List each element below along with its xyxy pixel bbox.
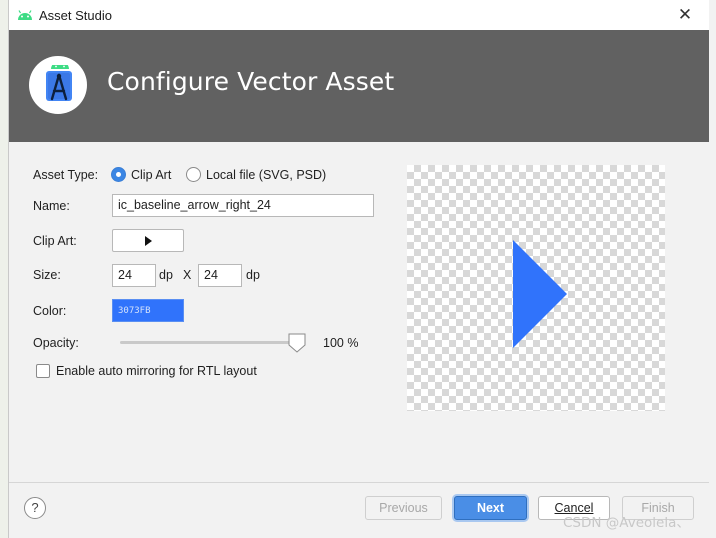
local-file-radio-label[interactable]: Local file (SVG, PSD)	[206, 168, 326, 182]
next-button[interactable]: Next	[454, 496, 527, 520]
color-picker[interactable]: 3073FB	[112, 299, 184, 322]
clip-art-label: Clip Art:	[33, 234, 77, 248]
help-button[interactable]: ?	[24, 497, 46, 519]
asset-studio-dialog: Asset Studio ✕ Configure Vector Asset As…	[8, 0, 716, 538]
clip-art-button[interactable]	[112, 229, 184, 252]
name-field[interactable]: ic_baseline_arrow_right_24	[112, 194, 374, 217]
title-bar: Asset Studio ✕	[9, 0, 709, 30]
clip-art-radio[interactable]	[111, 167, 126, 182]
name-label: Name:	[33, 199, 70, 213]
opacity-value: 100 %	[323, 336, 359, 350]
arrow-right-icon	[513, 240, 567, 348]
clip-art-radio-label[interactable]: Clip Art	[131, 168, 171, 182]
width-field[interactable]: 24	[112, 264, 156, 287]
width-unit: dp	[159, 268, 173, 282]
previous-button[interactable]: Previous	[365, 496, 442, 520]
local-file-radio[interactable]	[186, 167, 201, 182]
configure-form: Asset Type: Clip Art Local file (SVG, PS…	[9, 142, 709, 482]
arrow-right-icon	[145, 236, 152, 246]
asset-preview	[407, 165, 665, 411]
wizard-header: Configure Vector Asset	[9, 30, 709, 142]
android-studio-logo-icon	[46, 65, 72, 101]
rtl-mirroring-checkbox[interactable]	[36, 364, 50, 378]
close-icon[interactable]: ✕	[673, 3, 697, 27]
rtl-mirroring-label[interactable]: Enable auto mirroring for RTL layout	[56, 364, 257, 378]
opacity-slider-track[interactable]	[120, 341, 300, 344]
color-label: Color:	[33, 304, 67, 318]
size-label: Size:	[33, 268, 61, 282]
page-title: Configure Vector Asset	[107, 67, 395, 96]
opacity-label: Opacity:	[33, 336, 79, 350]
size-separator: X	[183, 268, 192, 282]
android-studio-logo	[29, 56, 87, 114]
height-unit: dp	[246, 268, 260, 282]
opacity-slider-thumb[interactable]	[288, 333, 306, 353]
android-icon	[18, 10, 32, 20]
asset-type-label: Asset Type:	[33, 168, 99, 182]
height-field[interactable]: 24	[198, 264, 242, 287]
watermark: CSDN @Aveolela、	[563, 515, 690, 531]
window-title: Asset Studio	[39, 8, 112, 23]
